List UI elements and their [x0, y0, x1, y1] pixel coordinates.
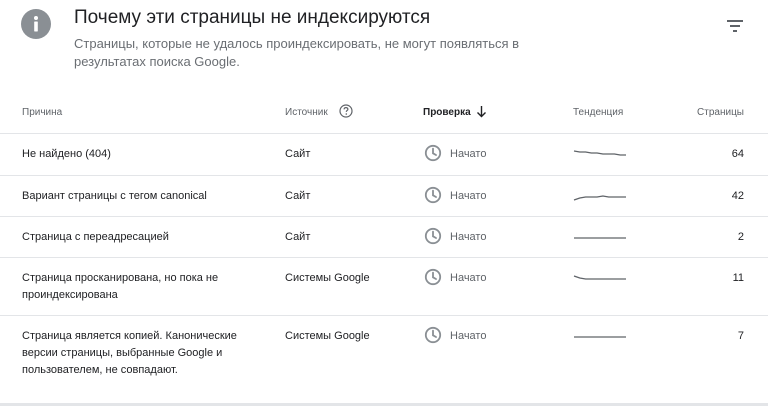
pages-cell: 42	[731, 190, 744, 202]
reason-cell: Вариант страницы с тегом canonical	[22, 190, 207, 202]
trend-sparkline	[573, 275, 626, 280]
clock-icon	[424, 186, 442, 204]
trend-sparkline	[573, 150, 626, 156]
page-subtitle: Страницы, которые не удалось проиндексир…	[74, 36, 520, 69]
pages-cell: 2	[737, 231, 744, 243]
source-cell: Сайт	[285, 148, 311, 160]
pages-cell: 64	[731, 148, 744, 160]
trend-sparkline	[573, 195, 626, 201]
reason-cell: Не найдено (404)	[22, 148, 111, 160]
status-cell: Начато	[450, 330, 487, 342]
status-cell: Начато	[450, 148, 487, 160]
clock-icon	[424, 268, 442, 286]
table-row[interactable]: Не найдено (404) Сайт Начато 64	[0, 134, 768, 176]
info-icon	[21, 9, 51, 39]
reason-cell: Страница просканирована, но пока не прои…	[22, 272, 219, 301]
clock-icon	[424, 227, 442, 245]
table-row[interactable]: Страница просканирована, но пока не прои…	[0, 258, 768, 316]
trend-line	[573, 195, 626, 201]
status-cell: Начато	[450, 272, 487, 284]
pages-cell: 7	[737, 330, 744, 342]
column-header-pages[interactable]: Страницы	[697, 107, 744, 118]
clock-icon	[424, 326, 442, 344]
clock-icon	[424, 144, 442, 162]
source-cell: Системы Google	[285, 272, 370, 284]
trend-line	[573, 150, 626, 156]
reason-cell: Страница с переадресацией	[22, 231, 169, 243]
table-row[interactable]: Вариант страницы с тегом canonical Сайт На…	[0, 176, 768, 217]
trend-sparkline	[574, 336, 626, 338]
report-header: Почему эти страницы не индексируются Стр…	[0, 0, 768, 96]
column-header-reason[interactable]: Причина	[22, 107, 62, 118]
pages-cell: 11	[732, 272, 744, 284]
column-header-check[interactable]: Проверка	[423, 107, 471, 118]
source-cell: Системы Google	[285, 330, 370, 342]
status-cell: Начато	[450, 231, 487, 243]
trend-sparkline	[574, 237, 626, 239]
table-row[interactable]: Страница является копией. Канонические в…	[0, 316, 768, 404]
source-cell: Сайт	[285, 190, 311, 202]
arrow-down-icon[interactable]	[476, 105, 487, 118]
trend-line	[573, 275, 626, 280]
filter-icon[interactable]	[723, 14, 747, 38]
table-header: Причина Источник Проверка Тенденция Стра…	[0, 96, 768, 134]
reason-cell: Страница является копией. Канонические в…	[22, 330, 237, 376]
help-circle-icon[interactable]	[339, 104, 353, 118]
source-cell: Сайт	[285, 231, 311, 243]
page-title: Почему эти страницы не индексируются	[74, 7, 431, 28]
column-header-source[interactable]: Источник	[285, 107, 328, 118]
status-cell: Начато	[450, 190, 487, 202]
column-header-trend[interactable]: Тенденция	[573, 107, 623, 118]
table-row[interactable]: Страница с переадресацией Сайт Начато 2	[0, 217, 768, 258]
